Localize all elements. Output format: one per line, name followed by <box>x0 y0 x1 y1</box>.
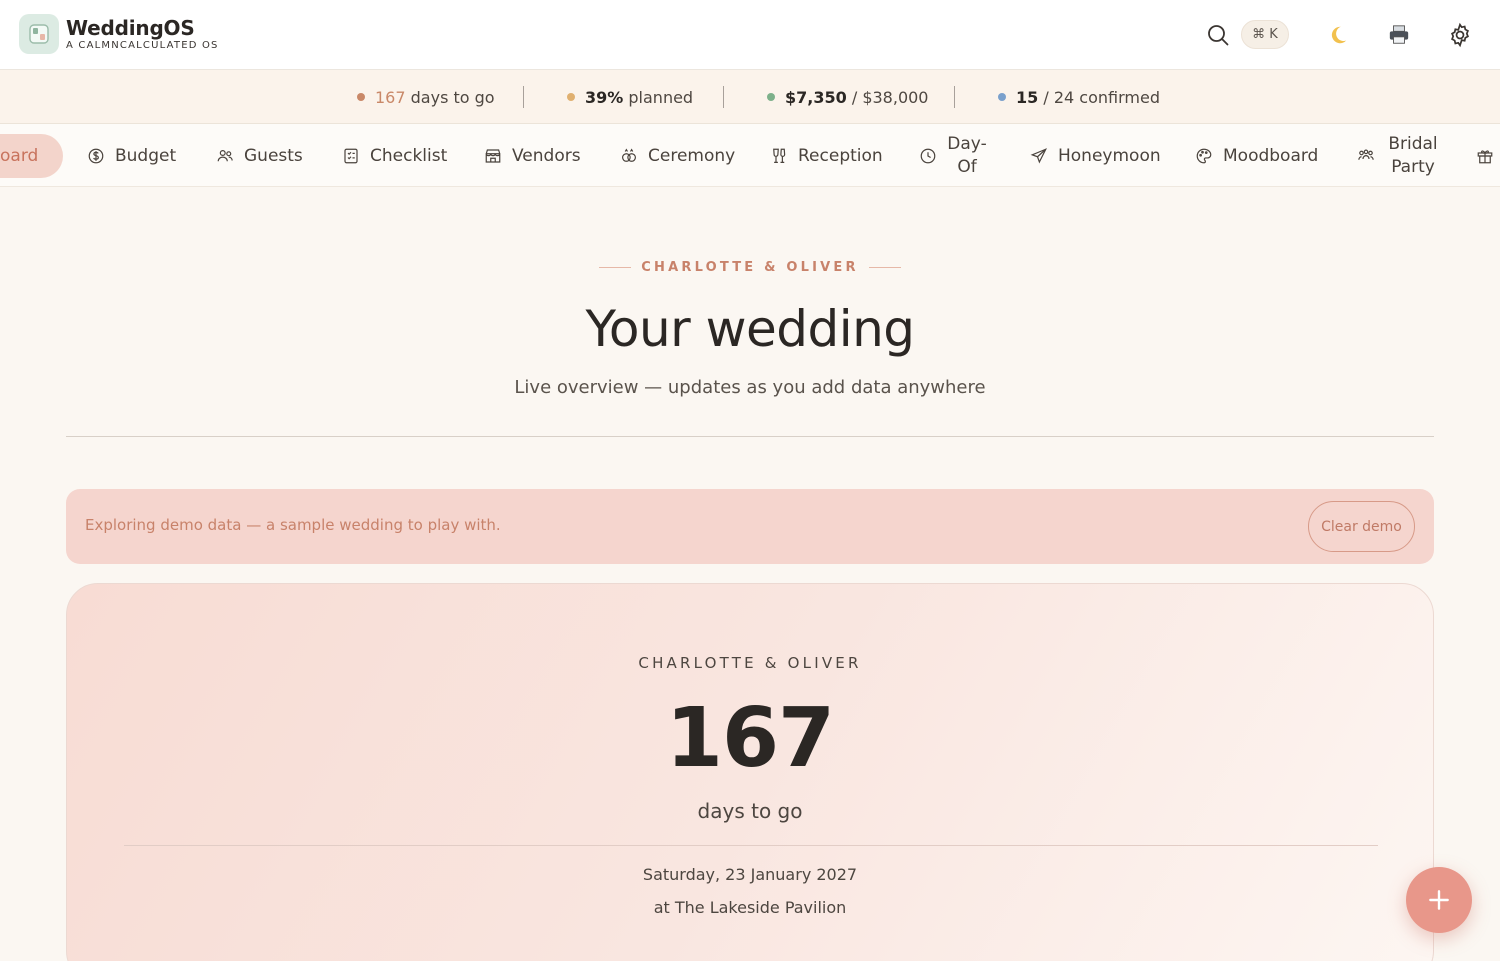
app-name: WeddingOS <box>66 15 195 40</box>
tab-reception[interactable]: Reception <box>770 124 883 187</box>
wedding-date: Saturday, 23 January 2027 <box>642 865 858 884</box>
palette-icon <box>1196 148 1212 163</box>
tab-honeymoon-label: Honeymoon <box>1058 145 1161 166</box>
stat-planned-value: 39% <box>585 87 624 107</box>
plane-icon <box>1030 147 1048 164</box>
tab-more[interactable] <box>1476 124 1500 187</box>
tab-ceremony-label: Ceremony <box>648 145 736 166</box>
printer-icon[interactable] <box>1384 20 1414 50</box>
stat-guests-total: / 24 confirmed <box>1043 87 1160 107</box>
tab-day-of[interactable]: Day-Of <box>919 124 987 187</box>
tab-checklist[interactable]: Checklist <box>342 124 447 187</box>
planned-dot <box>567 93 575 101</box>
tab-guests[interactable]: Guests <box>216 124 303 187</box>
stat-days[interactable]: 167 days to go <box>357 70 495 124</box>
tab-moodboard[interactable]: Moodboard <box>1195 124 1318 187</box>
stat-budget[interactable]: $7,350 / $38,000 <box>767 70 928 124</box>
stat-days-value: 167 <box>375 87 406 107</box>
tab-day-of-label: Day-Of <box>947 133 987 177</box>
tab-dashboard[interactable]: oard <box>0 134 63 178</box>
divider <box>954 86 955 108</box>
plus-icon <box>1429 890 1449 910</box>
tab-vendors-label: Vendors <box>512 145 581 166</box>
kicker-line-right <box>868 267 901 268</box>
countdown-card: CHARLOTTE & OLIVER 167 days to go Saturd… <box>66 583 1434 961</box>
brand[interactable]: WeddingOS A CALMNCALCULATED OS <box>19 14 219 54</box>
party-icon <box>1358 149 1374 160</box>
tab-moodboard-label: Moodboard <box>1223 145 1319 166</box>
stat-guests-confirmed: 15 <box>1016 87 1039 107</box>
store-icon <box>485 148 501 163</box>
divider <box>523 86 524 108</box>
tab-dashboard-label: oard <box>0 146 39 166</box>
budget-dot <box>767 93 775 101</box>
rings-icon <box>622 147 636 162</box>
tab-reception-label: Reception <box>798 145 883 166</box>
stat-budget-spent: $7,350 <box>785 87 847 107</box>
tab-budget[interactable]: Budget <box>87 124 176 187</box>
days-dot <box>357 93 365 101</box>
page-subtitle: Live overview — updates as you add data … <box>514 377 986 398</box>
hero-kicker: CHARLOTTE & OLIVER <box>0 260 1500 275</box>
top-header: WeddingOS A CALMNCALCULATED OS ⌘ K <box>0 0 1500 70</box>
gift-icon <box>1477 149 1493 163</box>
clear-demo-button[interactable]: Clear demo <box>1308 501 1415 552</box>
stat-planned[interactable]: 39% planned <box>567 70 693 124</box>
tab-honeymoon[interactable]: Honeymoon <box>1030 124 1161 187</box>
countdown-label: days to go <box>697 799 803 823</box>
wedding-venue: at The Lakeside Pavilion <box>653 898 847 917</box>
app-logo-icon <box>19 14 59 54</box>
gear-icon[interactable] <box>1445 20 1475 50</box>
guests-dot <box>998 93 1006 101</box>
stat-days-label: days to go <box>410 87 495 107</box>
dollar-icon <box>88 148 104 163</box>
countdown-couple: CHARLOTTE & OLIVER <box>638 654 862 672</box>
tab-bridal-party[interactable]: Bridal Party <box>1357 124 1441 187</box>
hero-divider <box>66 436 1434 437</box>
page-title: Your wedding <box>585 300 915 358</box>
tab-budget-label: Budget <box>115 145 177 166</box>
add-button[interactable] <box>1406 867 1472 933</box>
stat-planned-label: planned <box>628 87 694 107</box>
divider <box>723 86 724 108</box>
shortcut-badge[interactable]: ⌘ K <box>1241 20 1289 49</box>
stat-guests[interactable]: 15 / 24 confirmed <box>998 70 1160 124</box>
main-nav: oard Budget Guests Checklist Vendors Cer… <box>0 124 1500 187</box>
tab-vendors[interactable]: Vendors <box>484 124 581 187</box>
hero-kicker-text: CHARLOTTE & OLIVER <box>641 260 859 275</box>
users-icon <box>217 149 233 161</box>
demo-banner: Exploring demo data — a sample wedding t… <box>66 489 1434 564</box>
tab-ceremony[interactable]: Ceremony <box>620 124 735 187</box>
tab-checklist-label: Checklist <box>370 145 448 166</box>
kicker-line-left <box>599 267 632 268</box>
clock-icon <box>920 148 936 163</box>
moon-icon[interactable] <box>1323 20 1353 50</box>
countdown-days: 167 <box>665 691 835 786</box>
stats-strip: 167 days to go 39% planned $7,350 / $38,… <box>0 70 1500 124</box>
demo-message: Exploring demo data — a sample wedding t… <box>85 516 501 534</box>
checklist-icon <box>344 148 358 163</box>
tab-guests-label: Guests <box>244 145 303 166</box>
app-tagline: A CALMNCALCULATED OS <box>66 39 219 51</box>
countdown-divider <box>124 845 1378 846</box>
glass-icon <box>773 148 786 163</box>
stat-budget-total: / $38,000 <box>851 87 929 107</box>
search-icon[interactable] <box>1203 20 1233 50</box>
tab-bridal-party-label: Bridal Party <box>1388 133 1438 177</box>
